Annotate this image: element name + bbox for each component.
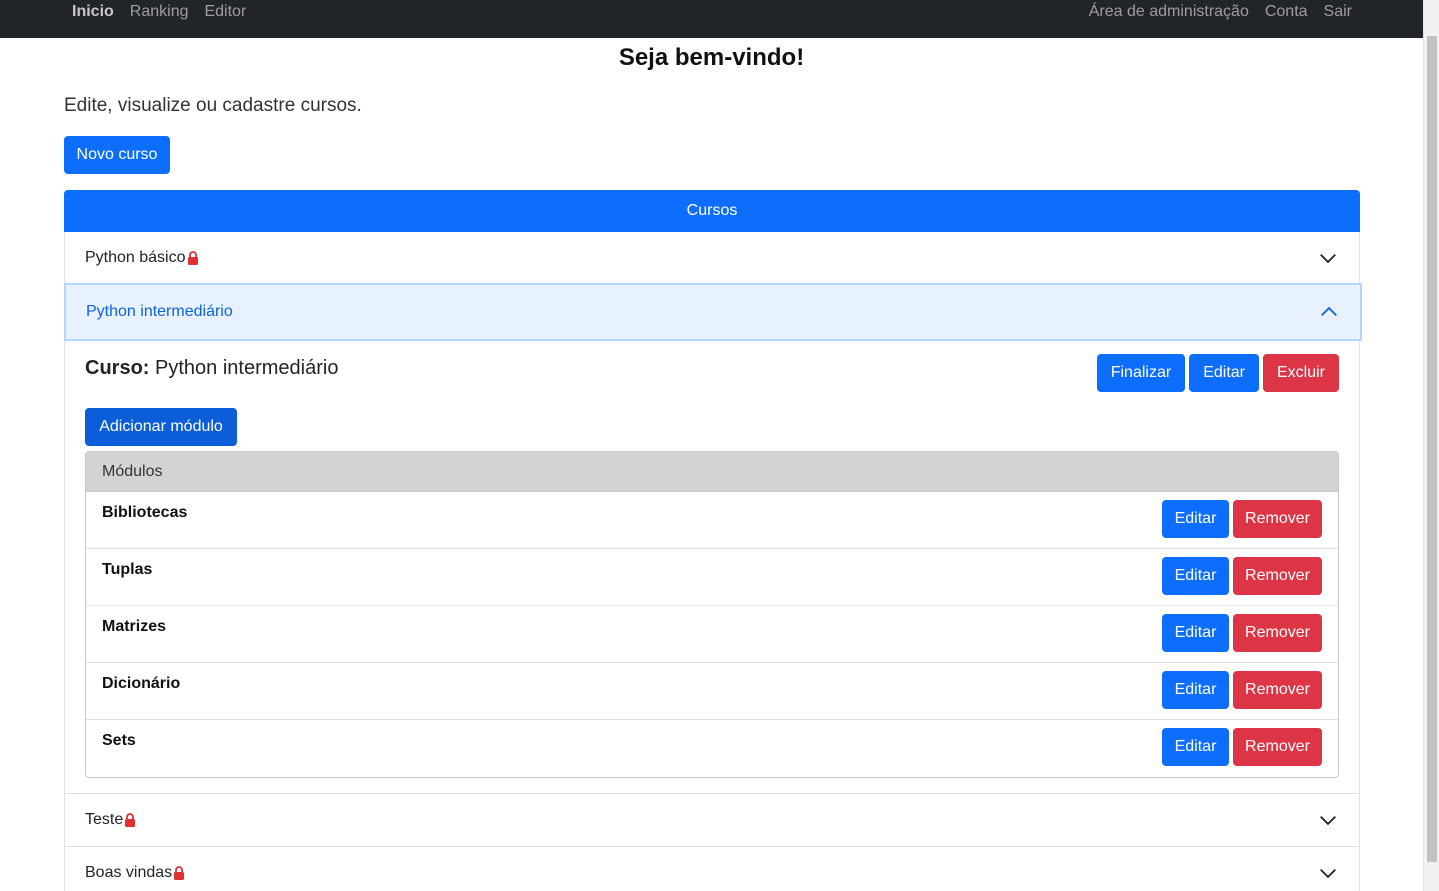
delete-course-button[interactable]: Excluir [1262, 354, 1339, 392]
modules-list: Módulos Bibliotecas Editar Remover Tupla… [85, 451, 1339, 778]
courses-header: Cursos [64, 190, 1360, 232]
course-item-label: Boas vindas [85, 864, 173, 881]
nav-link-sair[interactable]: Sair [1324, 3, 1352, 21]
remove-module-button[interactable]: Remover [1233, 500, 1322, 538]
module-name: Sets [102, 732, 136, 749]
modules-header: Módulos [86, 452, 1338, 492]
lock-icon [174, 866, 185, 880]
chevron-down-icon [1320, 815, 1336, 826]
course-item-python-intermediario[interactable]: Python intermediário [64, 283, 1362, 341]
course-panel: Curso: Python intermediário Finalizar Ed… [65, 341, 1359, 793]
module-actions: Editar Remover [1162, 500, 1322, 538]
finalize-course-button[interactable]: Finalizar [1096, 354, 1186, 392]
page-title: Seja bem-vindo! [618, 44, 805, 71]
page-subtitle: Edite, visualize ou cadastre cursos. [64, 95, 362, 116]
chevron-down-icon [1320, 253, 1336, 263]
course-item-teste[interactable]: Teste [65, 793, 1359, 846]
course-item-label: Python intermediário [86, 303, 233, 320]
remove-module-button[interactable]: Remover [1233, 614, 1322, 652]
course-title: Curso: Python intermediário [85, 357, 338, 380]
course-item-label: Python básico [85, 248, 186, 266]
edit-module-button[interactable]: Editar [1162, 500, 1229, 538]
course-actions: Finalizar Editar Excluir [1096, 354, 1339, 392]
edit-module-button[interactable]: Editar [1162, 557, 1229, 595]
edit-module-button[interactable]: Editar [1162, 614, 1229, 652]
nav-link-ranking[interactable]: Ranking [130, 3, 189, 21]
navbar: Inicio Ranking Editor Área de administra… [0, 0, 1423, 38]
courses-accordion: Python básico Python intermediário Curso… [64, 232, 1362, 891]
module-actions: Editar Remover [1162, 614, 1322, 652]
module-actions: Editar Remover [1162, 728, 1322, 766]
module-name: Matrizes [102, 618, 167, 635]
nav-link-editor[interactable]: Editor [204, 3, 246, 21]
course-title-prefix: Curso: [85, 357, 150, 379]
module-row: Sets Editar Remover [86, 720, 1338, 777]
nav-link-inicio[interactable]: Inicio [72, 3, 114, 21]
chevron-up-icon [1321, 306, 1337, 317]
lock-icon [125, 813, 136, 827]
nav-link-conta[interactable]: Conta [1265, 3, 1308, 21]
edit-module-button[interactable]: Editar [1162, 728, 1229, 766]
remove-module-button[interactable]: Remover [1233, 671, 1322, 709]
module-row: Matrizes Editar Remover [86, 606, 1338, 663]
remove-module-button[interactable]: Remover [1233, 728, 1322, 766]
module-name: Tuplas [102, 561, 153, 578]
course-item-python-basico[interactable]: Python básico [65, 232, 1359, 283]
navbar-left: Inicio Ranking Editor [72, 0, 246, 24]
module-actions: Editar Remover [1162, 671, 1322, 709]
module-row: Tuplas Editar Remover [86, 549, 1338, 606]
lock-icon [187, 250, 198, 265]
module-name: Bibliotecas [102, 504, 188, 521]
chevron-down-icon [1320, 868, 1336, 879]
module-row: Bibliotecas Editar Remover [86, 492, 1338, 549]
navbar-right: Área de administração Conta Sair [1089, 0, 1352, 24]
edit-course-button[interactable]: Editar [1189, 354, 1259, 392]
new-course-button[interactable]: Novo curso [64, 136, 170, 174]
page-scrollbar[interactable] [1423, 0, 1439, 891]
edit-module-button[interactable]: Editar [1162, 671, 1229, 709]
module-actions: Editar Remover [1162, 557, 1322, 595]
course-item-label: Teste [85, 811, 124, 828]
module-row: Dicionário Editar Remover [86, 663, 1338, 720]
remove-module-button[interactable]: Remover [1233, 557, 1322, 595]
scrollbar-thumb[interactable] [1427, 36, 1437, 862]
course-item-boas-vindas[interactable]: Boas vindas [65, 846, 1359, 891]
add-module-button[interactable]: Adicionar módulo [85, 408, 237, 446]
module-name: Dicionário [102, 675, 181, 692]
course-title-name: Python intermediário [155, 357, 339, 379]
nav-link-admin[interactable]: Área de administração [1089, 3, 1249, 21]
